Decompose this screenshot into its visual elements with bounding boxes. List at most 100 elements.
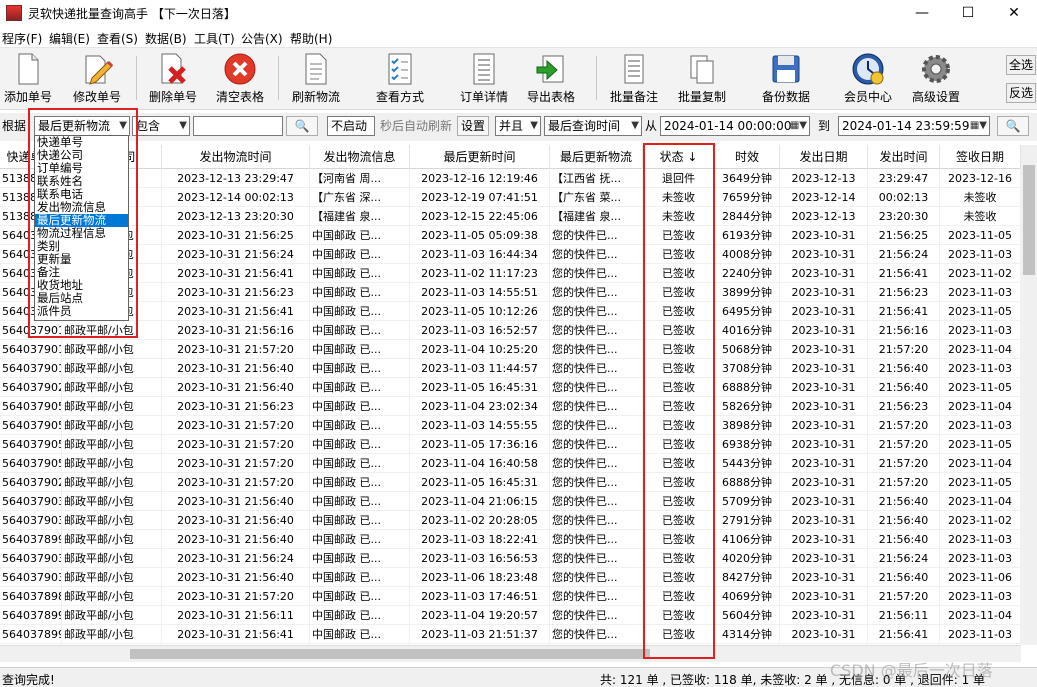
table-row[interactable]: 564037邮政平邮/小包2023-10-31 21:56:23中国邮政 已..… (0, 283, 1021, 302)
cell-col-ship-info: 中国邮政 已... (310, 245, 410, 264)
table-row[interactable]: 564037邮政平邮/小包2023-10-31 21:56:25中国邮政 已..… (0, 226, 1021, 245)
table-row[interactable]: 56403790203邮政平邮/小包2023-10-31 21:57:20中国邮… (0, 473, 1021, 492)
cell-col-courier: 邮政平邮/小包 (62, 587, 162, 606)
export-table-button[interactable]: 导出表格 (523, 52, 579, 106)
delete-document-icon (161, 53, 186, 84)
and-select[interactable]: 并且 ▼ (495, 116, 541, 136)
cell-col-duration: 4008分钟 (715, 245, 780, 264)
close-button[interactable]: ✕ (991, 0, 1037, 26)
header-col-ship-info[interactable]: 发出物流信息 (310, 145, 410, 169)
table-row[interactable]: 56403790160邮政平邮/小包2023-10-31 21:56:40中国邮… (0, 359, 1021, 378)
search-button[interactable]: 🔍 (286, 116, 318, 136)
table-row[interactable]: 564037邮政平邮/小包2023-10-31 21:56:41中国邮政 已..… (0, 264, 1021, 283)
table-row[interactable]: 564037邮政平邮/小包2023-10-31 21:56:24中国邮政 已..… (0, 245, 1021, 264)
cell-col-ship-date: 2023-10-31 (780, 245, 868, 264)
copy-icon (690, 55, 714, 84)
cell-col-last-update-info: 【江西省 抚... (550, 169, 643, 188)
minimize-button[interactable]: — (899, 0, 945, 26)
advanced-settings-button[interactable]: 高级设置 (908, 52, 964, 106)
cell-col-courier: 邮政平邮/小包 (62, 340, 162, 359)
cell-col-ship-time: 2023-10-31 21:56:16 (162, 321, 310, 340)
maximize-button[interactable]: ☐ (945, 0, 991, 26)
order-detail-button[interactable]: 订单详情 (456, 52, 512, 106)
table-row[interactable]: 56403790588邮政平邮/小包2023-10-31 21:57:20中国邮… (0, 435, 1021, 454)
cell-col-ship-clock: 21:57:20 (868, 587, 940, 606)
cell-col-courier: 邮政平邮/小包 (62, 492, 162, 511)
vertical-scrollbar[interactable] (1021, 145, 1037, 645)
cell-col-sign-date: 2023-11-05 (940, 226, 1021, 245)
header-col-ship-date[interactable]: 发出日期 (780, 145, 868, 169)
cell-col-sign-date: 2023-11-04 (940, 606, 1021, 625)
table-row[interactable]: 56403789904邮政平邮/小包2023-10-31 21:56:41中国邮… (0, 625, 1021, 644)
operator-select[interactable]: 包含 ▼ (132, 116, 190, 136)
table-row[interactable]: 56403789853邮政平邮/小包2023-10-31 21:57:20中国邮… (0, 587, 1021, 606)
add-tracking-button[interactable]: 添加单号 (2, 52, 54, 106)
delete-tracking-button[interactable]: 删除单号 (146, 52, 200, 106)
from-datetime-picker[interactable]: 2024-01-14 00:00:00 ▦▼ (660, 116, 810, 136)
header-col-sign-date[interactable]: 签收日期 (940, 145, 1021, 169)
table-row[interactable]: 56403790309邮政平邮/小包2023-10-31 21:56:40中国邮… (0, 492, 1021, 511)
header-col-last-update-time[interactable]: 最后更新时间 (410, 145, 550, 169)
menu-help[interactable]: 帮助(H) (290, 30, 332, 47)
table-row[interactable]: 513886韵达速递2023-12-14 00:02:13【广东省 深...20… (0, 188, 1021, 207)
autostart-input[interactable]: 不启动 (327, 116, 375, 136)
batch-copy-button[interactable]: 批量复制 (674, 52, 730, 106)
calendar-icon: ▦▼ (969, 120, 987, 131)
cell-col-last-update-info: 您的快件已... (550, 245, 643, 264)
cell-col-ship-time: 2023-10-31 21:56:24 (162, 245, 310, 264)
date-search-button[interactable]: 🔍 (997, 116, 1029, 136)
table-row[interactable]: 56403790255邮政平邮/小包2023-10-31 21:56:40中国邮… (0, 378, 1021, 397)
highlight-box-dropdown (28, 108, 138, 338)
table-row[interactable]: 56403790585邮政平邮/小包2023-10-31 21:57:20中国邮… (0, 416, 1021, 435)
cell-col-ship-info: 中国邮政 已... (310, 416, 410, 435)
cell-col-sign-date: 2023-11-03 (940, 245, 1021, 264)
table-row[interactable]: 513886韵达速递2023-12-13 23:20:30【福建省 泉...20… (0, 207, 1021, 226)
select-all-button[interactable]: 全选 (1006, 55, 1036, 75)
clear-table-button[interactable]: 清空表格 (212, 52, 268, 106)
menu-program[interactable]: 程序(F) (2, 30, 42, 47)
edit-tracking-button[interactable]: 修改单号 (70, 52, 124, 106)
header-col-ship-time[interactable]: 发出物流时间 (162, 145, 310, 169)
table-row[interactable]: 56403790390邮政平邮/小包2023-10-31 21:56:40中国邮… (0, 511, 1021, 530)
cell-col-last-update-time: 2023-12-19 07:41:51 (410, 188, 550, 207)
cell-col-tracking-number: 56403789904 (0, 625, 62, 644)
query-input[interactable] (193, 116, 283, 136)
menu-tools[interactable]: 工具(T) (194, 30, 235, 47)
table-row[interactable]: 56403790198邮政平邮/小包2023-10-31 21:57:20中国邮… (0, 340, 1021, 359)
table-row[interactable]: 56403790182邮政平邮/小包2023-10-31 21:56:16中国邮… (0, 321, 1021, 340)
header-col-last-update-info[interactable]: 最后更新物流 (550, 145, 643, 169)
chevron-down-icon: ▼ (530, 120, 538, 131)
cell-col-last-update-info: 您的快件已... (550, 606, 643, 625)
table-row[interactable]: 56403789907邮政平邮/小包2023-10-31 21:56:40中国邮… (0, 530, 1021, 549)
time-field-select[interactable]: 最后查询时间 ▼ (544, 116, 642, 136)
header-col-duration[interactable]: 时效 (715, 145, 780, 169)
horizontal-scroll-thumb[interactable] (130, 649, 650, 659)
cell-col-sign-date: 2023-11-03 (940, 587, 1021, 606)
batch-note-button[interactable]: 批量备注 (606, 52, 662, 106)
vertical-scroll-thumb[interactable] (1023, 165, 1035, 275)
table-row[interactable]: 513886韵达速递2023-12-13 23:29:47【河南省 周...20… (0, 169, 1021, 188)
cell-col-ship-date: 2023-10-31 (780, 492, 868, 511)
menu-data[interactable]: 数据(B) (145, 30, 187, 47)
menu-edit[interactable]: 编辑(E) (49, 30, 90, 47)
menu-notice[interactable]: 公告(X) (241, 30, 283, 47)
member-center-button[interactable]: 会员中心 (840, 52, 896, 106)
view-mode-button[interactable]: 查看方式 (370, 52, 430, 106)
backup-data-button[interactable]: 备份数据 (758, 52, 814, 106)
table-row[interactable]: 56403790388邮政平邮/小包2023-10-31 21:56:24中国邮… (0, 549, 1021, 568)
table-row[interactable]: 56403790581邮政平邮/小包2023-10-31 21:57:20中国邮… (0, 454, 1021, 473)
cell-col-ship-clock: 21:56:41 (868, 264, 940, 283)
set-button[interactable]: 设置 (457, 116, 489, 136)
to-datetime-picker[interactable]: 2024-01-14 23:59:59 ▦▼ (838, 116, 990, 136)
cell-col-sign-date: 2023-11-04 (940, 454, 1021, 473)
refresh-logistics-button[interactable]: 刷新物流 (288, 52, 344, 106)
menu-view[interactable]: 查看(S) (97, 30, 138, 47)
header-col-ship-clock[interactable]: 发出时间 (868, 145, 940, 169)
invert-selection-button[interactable]: 反选 (1006, 83, 1036, 103)
table-row[interactable]: 56403789979邮政平邮/小包2023-10-31 21:56:11中国邮… (0, 606, 1021, 625)
table-row[interactable]: 56403790560邮政平邮/小包2023-10-31 21:56:23中国邮… (0, 397, 1021, 416)
table-row[interactable]: 56403790313邮政平邮/小包2023-10-31 21:56:40中国邮… (0, 568, 1021, 587)
table-row[interactable]: 564037邮政平邮/小包2023-10-31 21:56:41中国邮政 已..… (0, 302, 1021, 321)
cell-col-ship-clock: 23:29:47 (868, 169, 940, 188)
cell-col-last-update-info: 您的快件已... (550, 454, 643, 473)
